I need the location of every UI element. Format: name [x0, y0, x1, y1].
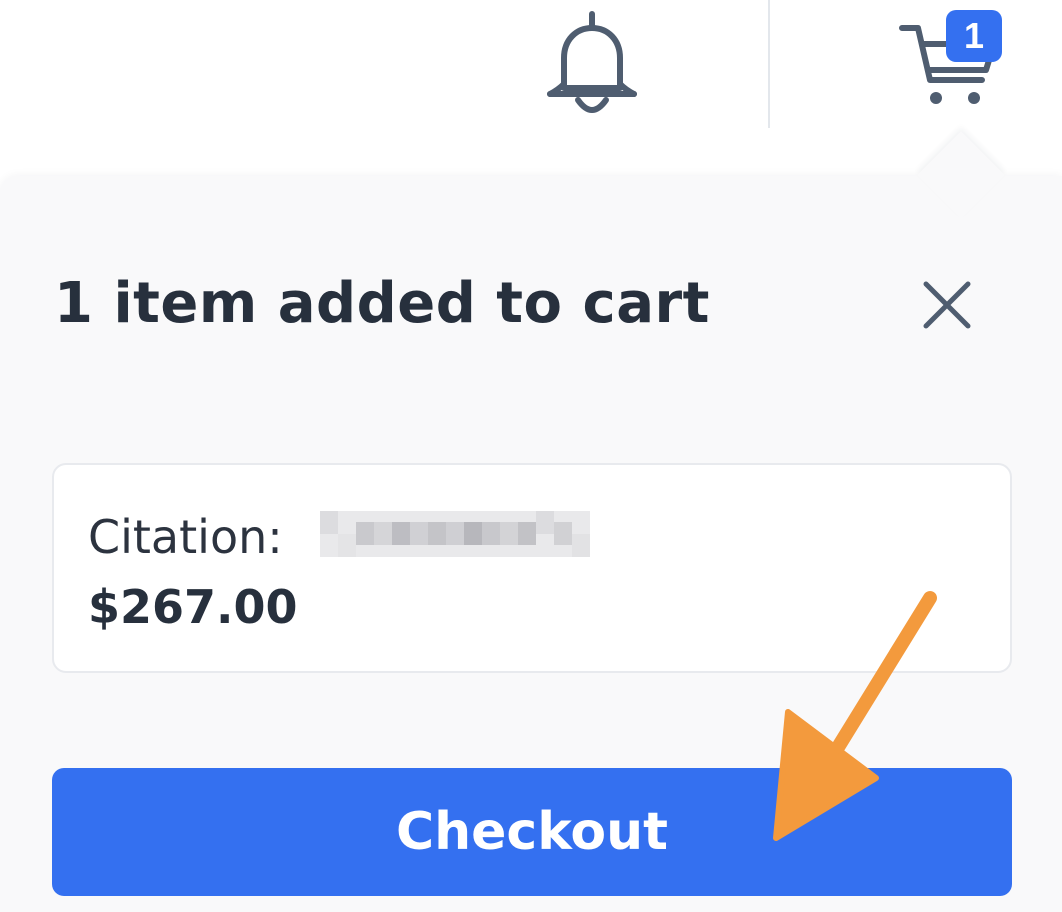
redacted-citation-value — [320, 511, 590, 557]
notifications-button[interactable] — [540, 8, 644, 118]
top-header: 1 — [0, 0, 1062, 140]
cart-count-badge: 1 — [946, 10, 1002, 62]
page: 1 1 item added to cart Citation: $267.00… — [0, 0, 1062, 912]
checkout-button[interactable]: Checkout — [52, 768, 1012, 896]
close-button[interactable] — [918, 276, 976, 334]
close-icon — [923, 281, 971, 329]
citation-label: Citation: — [88, 510, 283, 564]
item-price: $267.00 — [88, 580, 298, 634]
cart-item-card: Citation: $267.00 — [52, 463, 1012, 673]
header-divider — [768, 0, 770, 128]
popover-title: 1 item added to cart — [54, 271, 710, 336]
bell-icon — [547, 11, 637, 113]
